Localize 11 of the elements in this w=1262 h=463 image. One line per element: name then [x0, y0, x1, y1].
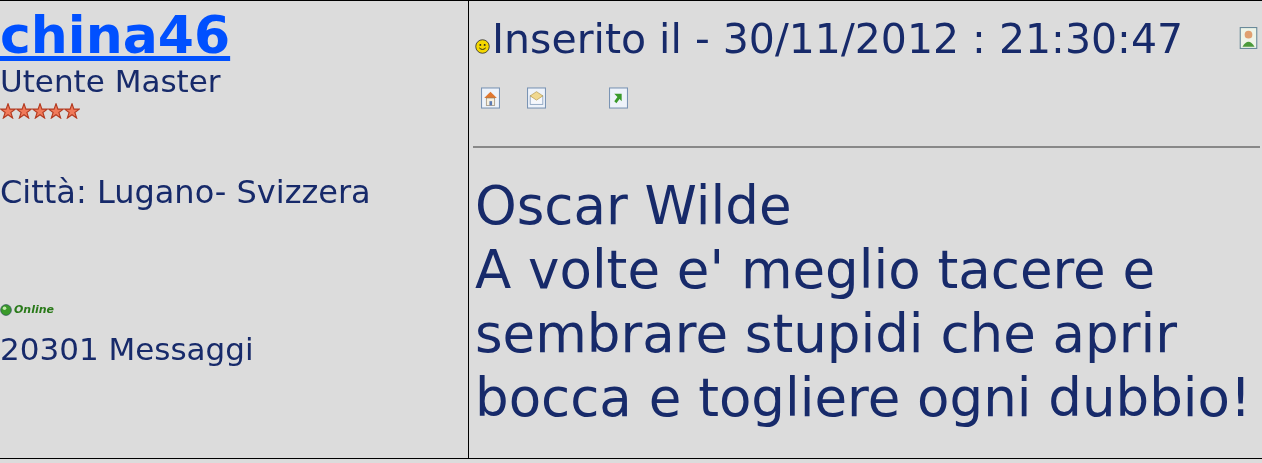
post-count: 20301 Messaggi [0, 331, 254, 367]
home-icon[interactable] [481, 87, 500, 109]
city-label: Città: Lugano- Svizzera [0, 174, 371, 210]
post-date: Inserito il - 30/11/2012 : 21:30:47 [492, 15, 1184, 63]
post-message: Oscar Wilde A volte e' meglio tacere e sembrare stupidi che aprir bocca e togliere ogni dubbio! [475, 174, 1253, 430]
profile-icon[interactable] [1239, 27, 1258, 49]
online-label: Online [14, 303, 54, 316]
rank-label: Utente Master [0, 63, 221, 99]
username-link[interactable]: china46 [0, 7, 231, 63]
smiley-icon [475, 38, 490, 54]
envelope-icon[interactable] [527, 87, 546, 109]
